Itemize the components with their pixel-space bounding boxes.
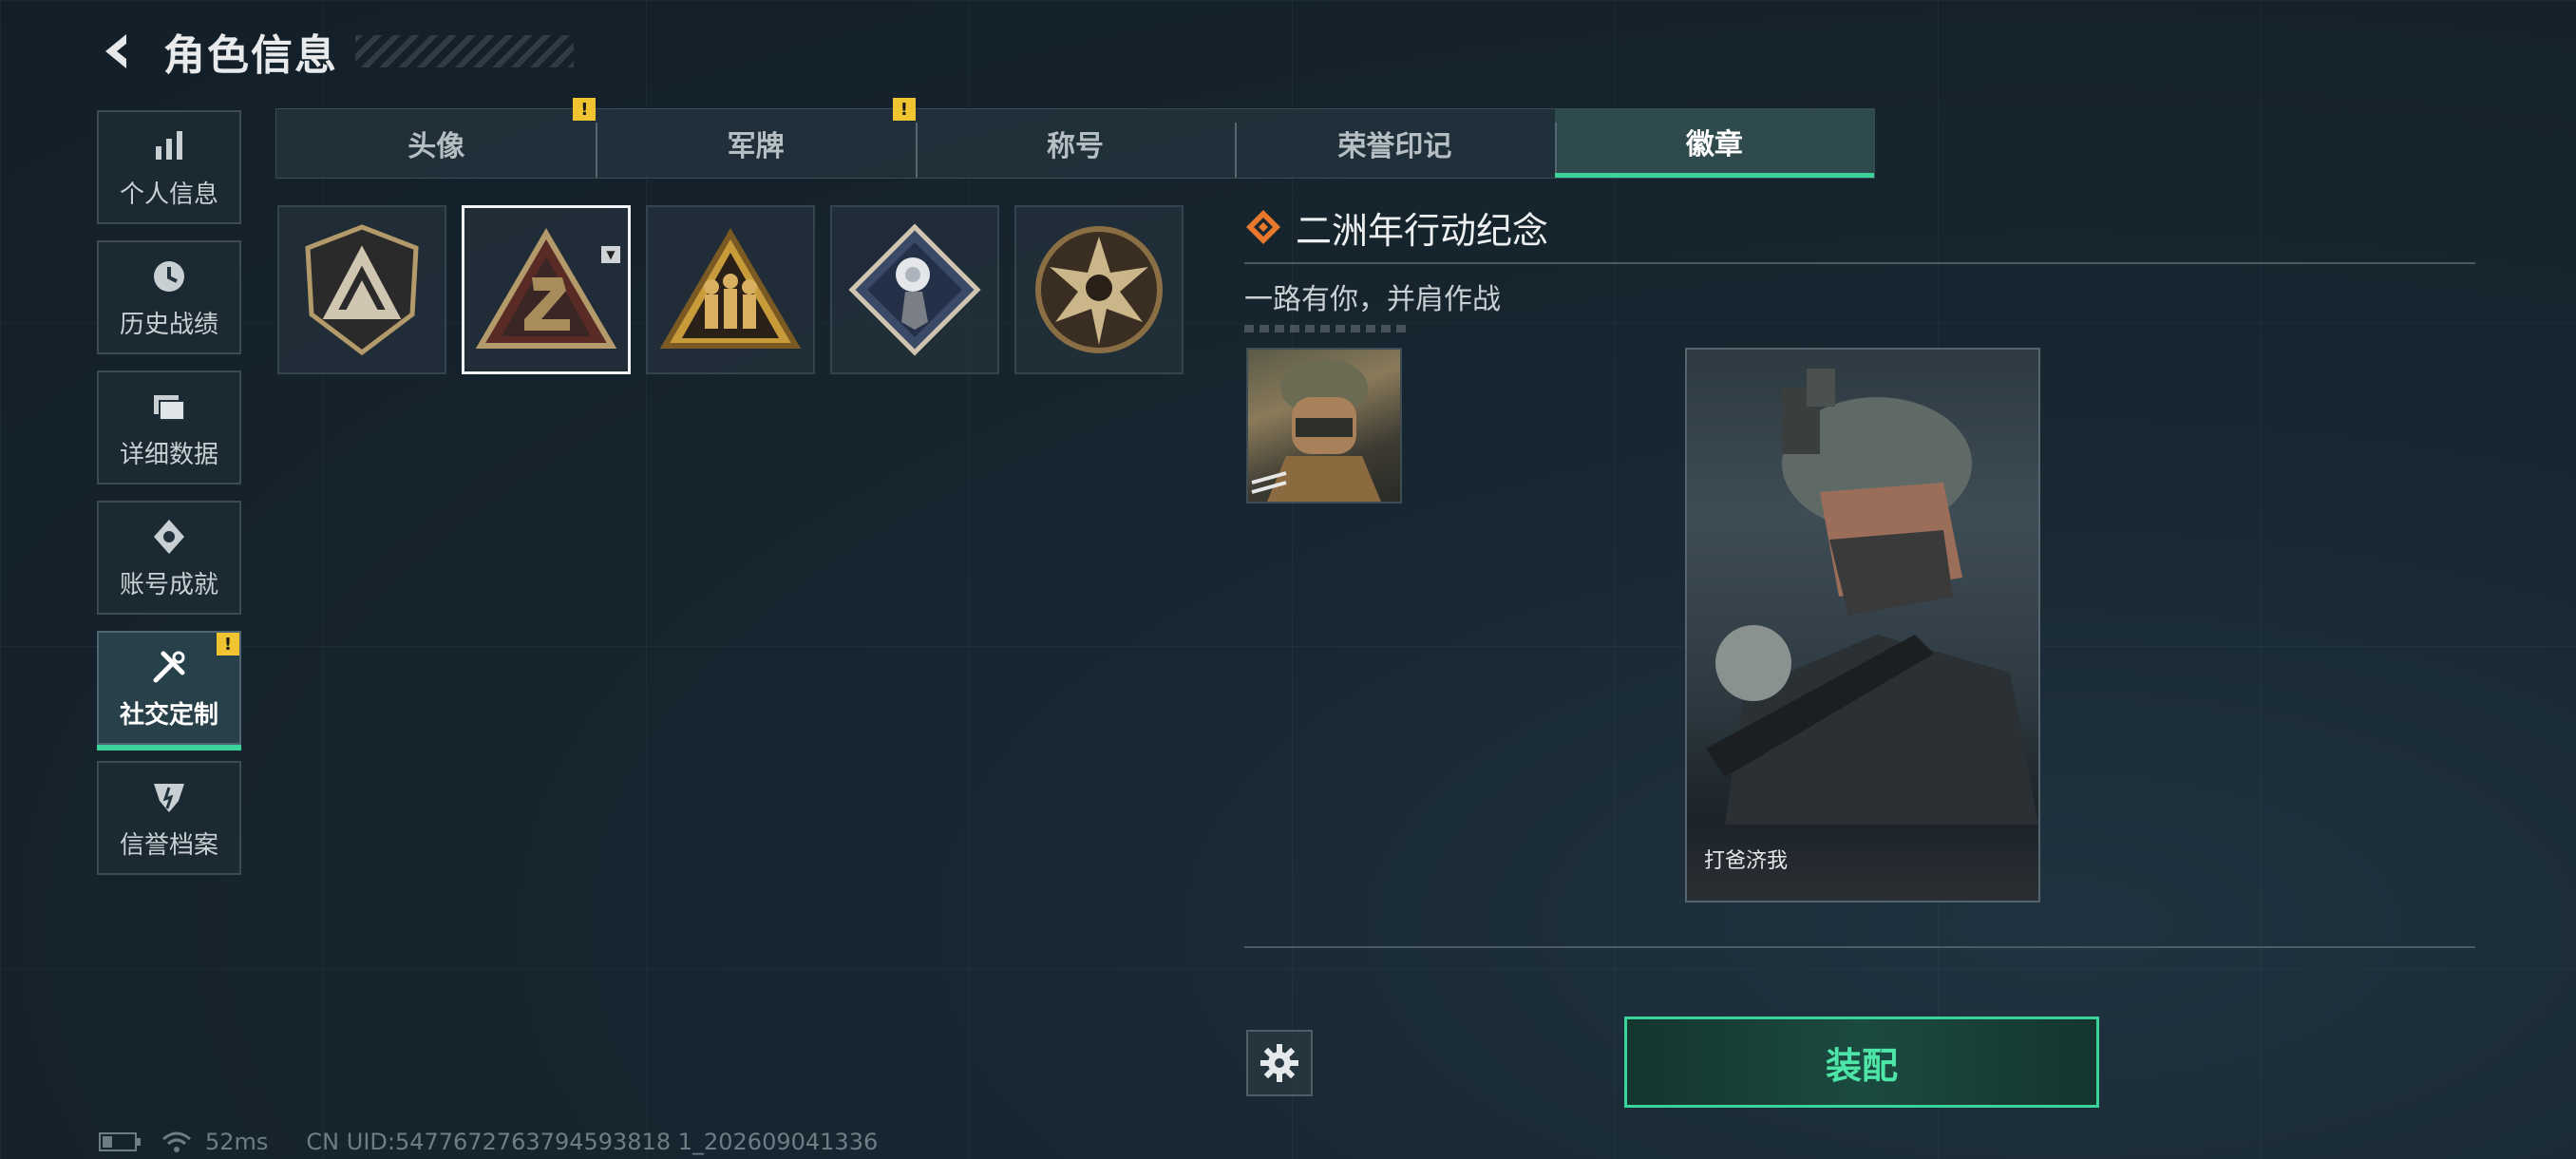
shield-triangle-badge-icon [305,224,419,356]
diamond-emblem-icon [1246,210,1280,244]
emblem-slot[interactable] [277,205,446,374]
nav-label: 个人信息 [119,180,218,209]
avatar-thumbnail[interactable] [1246,348,1402,504]
tab-label: 徽章 [1685,127,1743,162]
nav-item-detailed-data[interactable]: 详细数据 [97,370,241,484]
star-skull-badge-icon [1035,226,1163,353]
soldiers-triangle-badge-icon [659,228,802,349]
emblem-slot[interactable] [830,205,999,374]
emblem-name: 二洲年行动纪念 [1296,209,1549,252]
tab-emblem[interactable]: 徽章 [1554,109,1875,178]
tab-avatar[interactable]: 头像 ! [276,98,597,178]
uid-text: CN UID:5477672763794593818 1_20260904133… [306,1129,879,1155]
gear-icon [1260,1044,1298,1082]
tab-honor-mark[interactable]: 荣誉印记 [1235,109,1554,178]
triangle-2-badge-icon [475,228,617,349]
page-title: 角色信息 [163,31,338,80]
emblem-description: 一路有你，并肩作战 [1244,283,1501,316]
back-button[interactable] [95,28,142,75]
tab-label: 头像 [407,130,465,163]
tab-title[interactable]: 称号 [915,109,1235,178]
ping-value: 52ms [205,1129,269,1155]
tools-icon [148,646,190,688]
tab-label: 荣誉印记 [1337,130,1452,163]
status-footer: 52ms CN UID:5477672763794593818 1_202609… [99,1129,878,1155]
rose-diamond-badge-icon [848,223,981,356]
character-card[interactable]: 打爸济我 [1685,348,2040,902]
tab-label: 称号 [1047,130,1105,163]
notification-badge: ! [573,98,597,121]
side-nav: 个人信息 历史战绩 详细数据 账号成就 ! 社交定制 信誉档案 [97,110,243,891]
header: 角色信息 [95,21,574,82]
divider [1244,946,2475,948]
soldier-card-image [1706,369,2038,825]
folder-icon [148,386,190,428]
nav-label: 详细数据 [119,440,218,469]
nav-item-personal-info[interactable]: 个人信息 [97,110,241,224]
emblem-slot[interactable] [1014,205,1184,374]
emblem-slot[interactable] [646,205,815,374]
bar-chart-icon [148,125,190,167]
emblem-detail-panel: 二洲年行动纪念 一路有你，并肩作战 打爸济我 [1244,203,2479,948]
emblem-slot-selected[interactable]: ▼ [462,205,631,374]
soldier-portrait-image [1251,359,1381,502]
shield-icon [148,776,190,818]
settings-button[interactable] [1246,1030,1313,1096]
equipped-marker-icon: ▼ [601,246,620,263]
emblem-grid: ▼ [277,205,1184,374]
nav-label: 信誉档案 [119,830,218,860]
category-tabs: 头像 ! 军牌 ! 称号 荣誉印记 徽章 [275,98,1875,179]
battery-icon [99,1132,141,1151]
card-label: 打爸济我 [1704,849,1789,873]
divider [1244,262,2475,264]
back-arrow-icon [105,34,126,68]
nav-item-social-customization[interactable]: ! 社交定制 [97,631,241,750]
clock-icon [148,256,190,297]
nav-label: 账号成就 [119,570,218,599]
nav-item-achievements[interactable]: 账号成就 [97,501,241,615]
nav-item-credit-record[interactable]: 信誉档案 [97,761,241,875]
wifi-icon [162,1131,191,1152]
achievement-icon [148,516,190,558]
detail-title-row: 二洲年行动纪念 [1244,203,2479,252]
tab-label: 军牌 [727,130,785,163]
decorative-text-line [1244,325,1406,332]
nav-label: 历史战绩 [119,310,218,339]
notification-badge: ! [892,98,916,121]
nav-item-history[interactable]: 历史战绩 [97,240,241,354]
equip-button[interactable]: 装配 [1624,1016,2099,1108]
notification-badge: ! [217,633,239,656]
tab-dog-tag[interactable]: 军牌 ! [596,98,916,178]
nav-label: 社交定制 [119,700,218,730]
title-decoration [355,35,574,67]
